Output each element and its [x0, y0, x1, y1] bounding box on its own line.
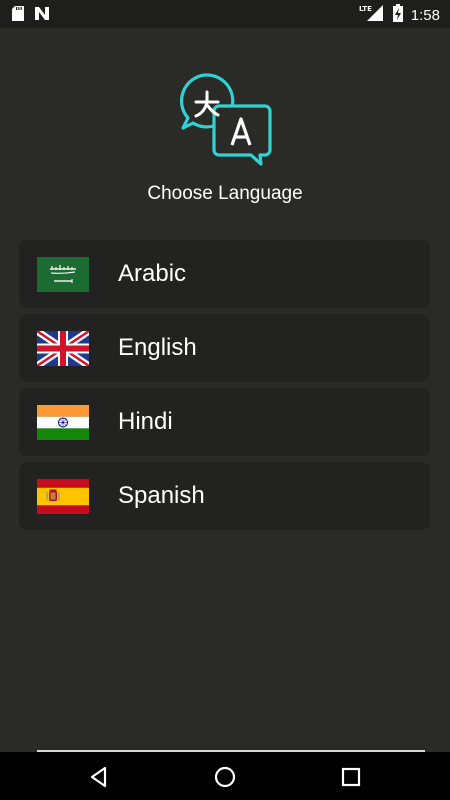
- home-icon[interactable]: [212, 764, 238, 790]
- language-list: Arabic English Hindi Spanish: [19, 240, 430, 536]
- sd-card-icon: [12, 6, 24, 26]
- back-icon[interactable]: [86, 764, 112, 790]
- language-label: Arabic: [118, 260, 187, 287]
- saudi-arabia-flag-icon: [37, 257, 89, 292]
- status-bar: LTE 1:58: [0, 0, 450, 28]
- lte-signal-icon: LTE: [359, 4, 385, 27]
- language-label: Hindi: [118, 408, 173, 435]
- language-item-arabic[interactable]: Arabic: [19, 240, 430, 308]
- language-item-english[interactable]: English: [19, 314, 430, 382]
- language-label: English: [118, 334, 197, 361]
- india-flag-icon: [37, 405, 89, 440]
- recents-icon[interactable]: [338, 764, 364, 790]
- language-label: Spanish: [118, 482, 205, 509]
- status-time: 1:58: [410, 7, 440, 24]
- translate-bubbles-icon: [175, 70, 275, 170]
- navigation-bar: [0, 752, 450, 800]
- language-item-spanish[interactable]: Spanish: [19, 462, 430, 530]
- page-title: Choose Language: [147, 183, 303, 204]
- language-item-hindi[interactable]: Hindi: [19, 388, 430, 456]
- battery-charging-icon: [392, 4, 403, 27]
- n-notification-icon: [34, 6, 50, 26]
- svg-text:LTE: LTE: [359, 5, 372, 13]
- spain-flag-icon: [37, 479, 89, 514]
- uk-flag-icon: [37, 331, 89, 366]
